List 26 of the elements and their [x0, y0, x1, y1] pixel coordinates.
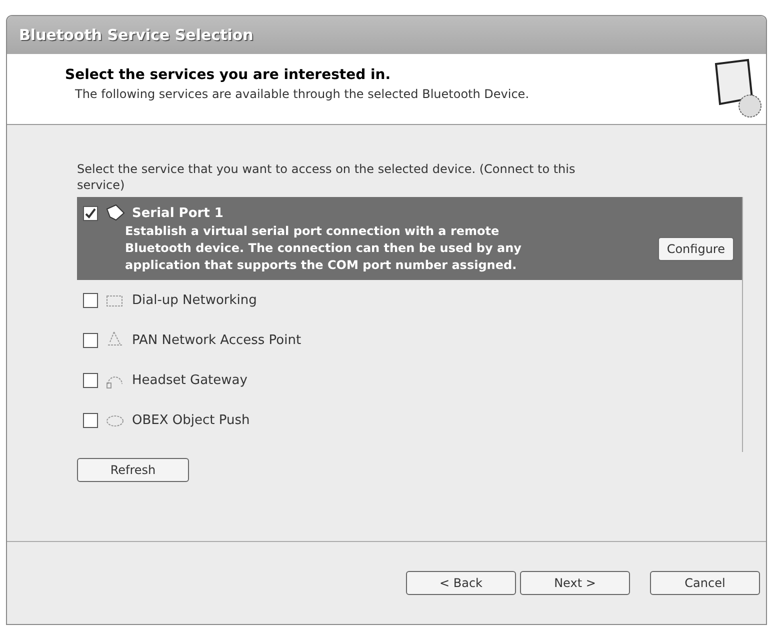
service-name: Serial Port 1	[132, 206, 224, 220]
service-item[interactable]: Dial-up Networking	[77, 280, 742, 320]
configure-button[interactable]: Configure	[658, 236, 734, 260]
instruction-text: Select the service that you want to access on the selected device. (Connect to this service)	[77, 161, 576, 193]
service-name: Headset Gateway	[132, 372, 248, 388]
checkbox[interactable]	[83, 372, 98, 388]
header-subheading: The following services are available through the selected Bluetooth Device.	[75, 87, 530, 101]
checkbox[interactable]	[83, 412, 98, 428]
service-name: OBEX Object Push	[132, 412, 250, 428]
wizard-button[interactable]: Next >	[520, 571, 630, 595]
service-name: Dial-up Networking	[132, 292, 257, 308]
wizard-button[interactable]: < Back	[406, 571, 516, 595]
checkbox[interactable]	[83, 292, 98, 308]
service-item[interactable]: OBEX Object Push	[77, 400, 742, 440]
checkbox[interactable]	[83, 206, 98, 220]
service-item[interactable]: PAN Network Access Point	[77, 320, 742, 360]
service-description: Establish a virtual serial port connection with a remote Bluetooth device. The connection can then be used by any application that supports the COM port number assigned.	[125, 223, 522, 274]
service-name: PAN Network Access Point	[132, 332, 302, 348]
wizard-button[interactable]: Cancel	[650, 571, 760, 595]
device-icon	[712, 58, 762, 120]
service-item[interactable]: Serial Port 1 Establish a virtual serial port connection with a remote Bluetooth device. The connection can then be used by any application that supports the COM port number assigned. Configure	[77, 197, 742, 280]
refresh-button[interactable]: Refresh	[77, 458, 189, 482]
header-heading: Select the services you are interested in.	[65, 67, 392, 83]
window-title: Bluetooth Service Selection	[7, 16, 766, 54]
checkbox[interactable]	[83, 332, 98, 348]
service-item[interactable]: Headset Gateway	[77, 360, 742, 400]
